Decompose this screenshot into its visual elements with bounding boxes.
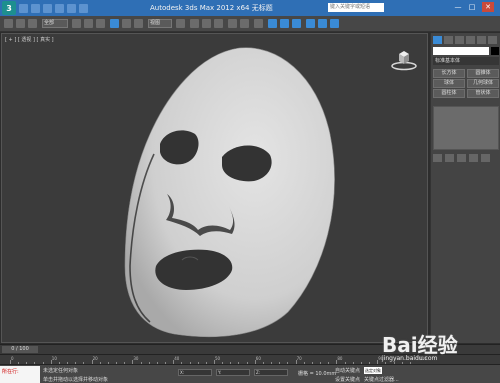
x-label: X: bbox=[180, 370, 185, 375]
cone-button[interactable]: 圆锥体 bbox=[467, 69, 499, 78]
new-file-icon[interactable] bbox=[19, 3, 28, 13]
sphere-button[interactable]: 球体 bbox=[433, 79, 465, 88]
perspective-viewport[interactable]: [ + ] [ 透视 ] [ 真实 ] bbox=[1, 33, 428, 343]
z-label: Z: bbox=[256, 370, 261, 375]
z-coordinate-field[interactable]: Z: bbox=[254, 369, 288, 376]
percent-snap-icon[interactable] bbox=[214, 19, 223, 28]
ruler-tick-label: 30 bbox=[133, 356, 139, 361]
display-tab-icon[interactable] bbox=[477, 36, 486, 44]
select-by-name-icon[interactable] bbox=[84, 19, 93, 28]
reference-coordinate-dropdown[interactable]: 视图 bbox=[148, 19, 172, 28]
undo-tool-icon[interactable] bbox=[4, 19, 13, 28]
align-icon[interactable] bbox=[240, 19, 249, 28]
project-folder-icon[interactable] bbox=[79, 3, 88, 13]
ruler-tick-label: 70 bbox=[296, 356, 302, 361]
redo-tool-icon[interactable] bbox=[16, 19, 25, 28]
watermark-url: jingyan.baidu.com bbox=[382, 355, 438, 362]
configure-sets-icon[interactable] bbox=[481, 154, 490, 162]
tube-button[interactable]: 管状体 bbox=[467, 89, 499, 98]
key-filters-button[interactable]: 关键点过滤器... bbox=[364, 376, 399, 383]
grid-size-text: 栅格 = 10.0mm bbox=[298, 371, 337, 377]
geosphere-button[interactable]: 几何球体 bbox=[467, 79, 499, 88]
select-object-icon[interactable] bbox=[72, 19, 81, 28]
object-color-swatch[interactable] bbox=[491, 47, 499, 55]
status-prompt-text: 单击并拖动以选择并移动对象 bbox=[43, 377, 109, 383]
main-toolbar: 全部 视图 bbox=[0, 16, 500, 32]
auto-key-button[interactable]: 自动关键点 bbox=[335, 367, 360, 374]
layer-manager-icon[interactable] bbox=[254, 19, 263, 28]
ruler-tick-label: 20 bbox=[92, 356, 98, 361]
maximize-button[interactable]: □ bbox=[466, 2, 478, 12]
mirror-icon[interactable] bbox=[228, 19, 237, 28]
make-unique-icon[interactable] bbox=[457, 154, 466, 162]
open-file-icon[interactable] bbox=[31, 3, 40, 13]
select-move-icon[interactable] bbox=[110, 19, 119, 28]
title-bar: 3 Autodesk 3ds Max 2012 x64 无标题 键入关键字或短语… bbox=[0, 0, 500, 16]
watermark-brand: Bai经验 bbox=[382, 333, 458, 357]
frame-indicator[interactable]: 0 / 100 bbox=[2, 346, 38, 353]
selected-dropdown[interactable]: 选定对象 bbox=[364, 367, 382, 374]
x-coordinate-field[interactable]: X: bbox=[178, 369, 212, 376]
y-label: Y: bbox=[218, 370, 222, 375]
window-title: Autodesk 3ds Max 2012 x64 无标题 bbox=[150, 4, 273, 12]
link-icon[interactable] bbox=[28, 19, 37, 28]
create-tab-icon[interactable] bbox=[433, 36, 442, 44]
hierarchy-tab-icon[interactable] bbox=[455, 36, 464, 44]
maxscript-listener[interactable]: 所在行: bbox=[0, 366, 40, 383]
select-scale-icon[interactable] bbox=[134, 19, 143, 28]
preview-area bbox=[433, 106, 499, 150]
render-frame-icon[interactable] bbox=[318, 19, 327, 28]
show-end-result-icon[interactable] bbox=[445, 154, 454, 162]
face-mask-model[interactable] bbox=[2, 34, 428, 343]
material-editor-icon[interactable] bbox=[292, 19, 301, 28]
selection-filter-dropdown[interactable]: 全部 bbox=[42, 19, 68, 28]
app-logo-button[interactable]: 3 bbox=[2, 1, 16, 15]
modify-tab-icon[interactable] bbox=[444, 36, 453, 44]
command-panel: 标准基本体 长方体 圆锥体 球体 几何球体 圆柱体 管状体 圆环 bbox=[430, 33, 500, 343]
ruler-tick-label: 50 bbox=[215, 356, 221, 361]
status-selection-text: 未选定任何对象 bbox=[43, 368, 79, 374]
motion-tab-icon[interactable] bbox=[466, 36, 475, 44]
pivot-center-icon[interactable] bbox=[176, 19, 185, 28]
category-dropdown[interactable]: 标准基本体 bbox=[433, 57, 499, 65]
set-key-button[interactable]: 设置关键点 bbox=[335, 376, 360, 383]
cylinder-button[interactable]: 圆柱体 bbox=[433, 89, 465, 98]
baidu-jingyan-watermark: Bai经验 jingyan.baidu.com bbox=[382, 334, 492, 362]
undo-icon[interactable] bbox=[55, 3, 64, 13]
schematic-view-icon[interactable] bbox=[280, 19, 289, 28]
render-production-icon[interactable] bbox=[330, 19, 339, 28]
redo-icon[interactable] bbox=[67, 3, 76, 13]
pin-stack-icon[interactable] bbox=[433, 154, 442, 162]
curve-editor-icon[interactable] bbox=[268, 19, 277, 28]
object-name-field[interactable] bbox=[433, 47, 489, 55]
utilities-tab-icon[interactable] bbox=[488, 36, 497, 44]
status-bar: 所在行: 未选定任何对象 单击并拖动以选择并移动对象 X: Y: Z: 栅格 =… bbox=[0, 364, 500, 383]
region-select-icon[interactable] bbox=[96, 19, 105, 28]
close-button[interactable]: ✕ bbox=[482, 2, 494, 12]
y-coordinate-field[interactable]: Y: bbox=[216, 369, 250, 376]
save-file-icon[interactable] bbox=[43, 3, 52, 13]
minimize-button[interactable]: — bbox=[452, 2, 464, 12]
render-setup-icon[interactable] bbox=[306, 19, 315, 28]
ruler-tick-label: 80 bbox=[337, 356, 343, 361]
angle-snap-icon[interactable] bbox=[202, 19, 211, 28]
search-input[interactable]: 键入关键字或短语 bbox=[328, 3, 384, 12]
snaps-toggle-icon[interactable] bbox=[190, 19, 199, 28]
select-rotate-icon[interactable] bbox=[122, 19, 131, 28]
box-button[interactable]: 长方体 bbox=[433, 69, 465, 78]
remove-modifier-icon[interactable] bbox=[469, 154, 478, 162]
ruler-tick-label: 40 bbox=[174, 356, 180, 361]
ruler-tick-label: 60 bbox=[255, 356, 261, 361]
3ds-max-window: 3 Autodesk 3ds Max 2012 x64 无标题 键入关键字或短语… bbox=[0, 0, 500, 383]
ruler-tick-label: 0 bbox=[11, 356, 14, 361]
ruler-tick-label: 10 bbox=[51, 356, 57, 361]
